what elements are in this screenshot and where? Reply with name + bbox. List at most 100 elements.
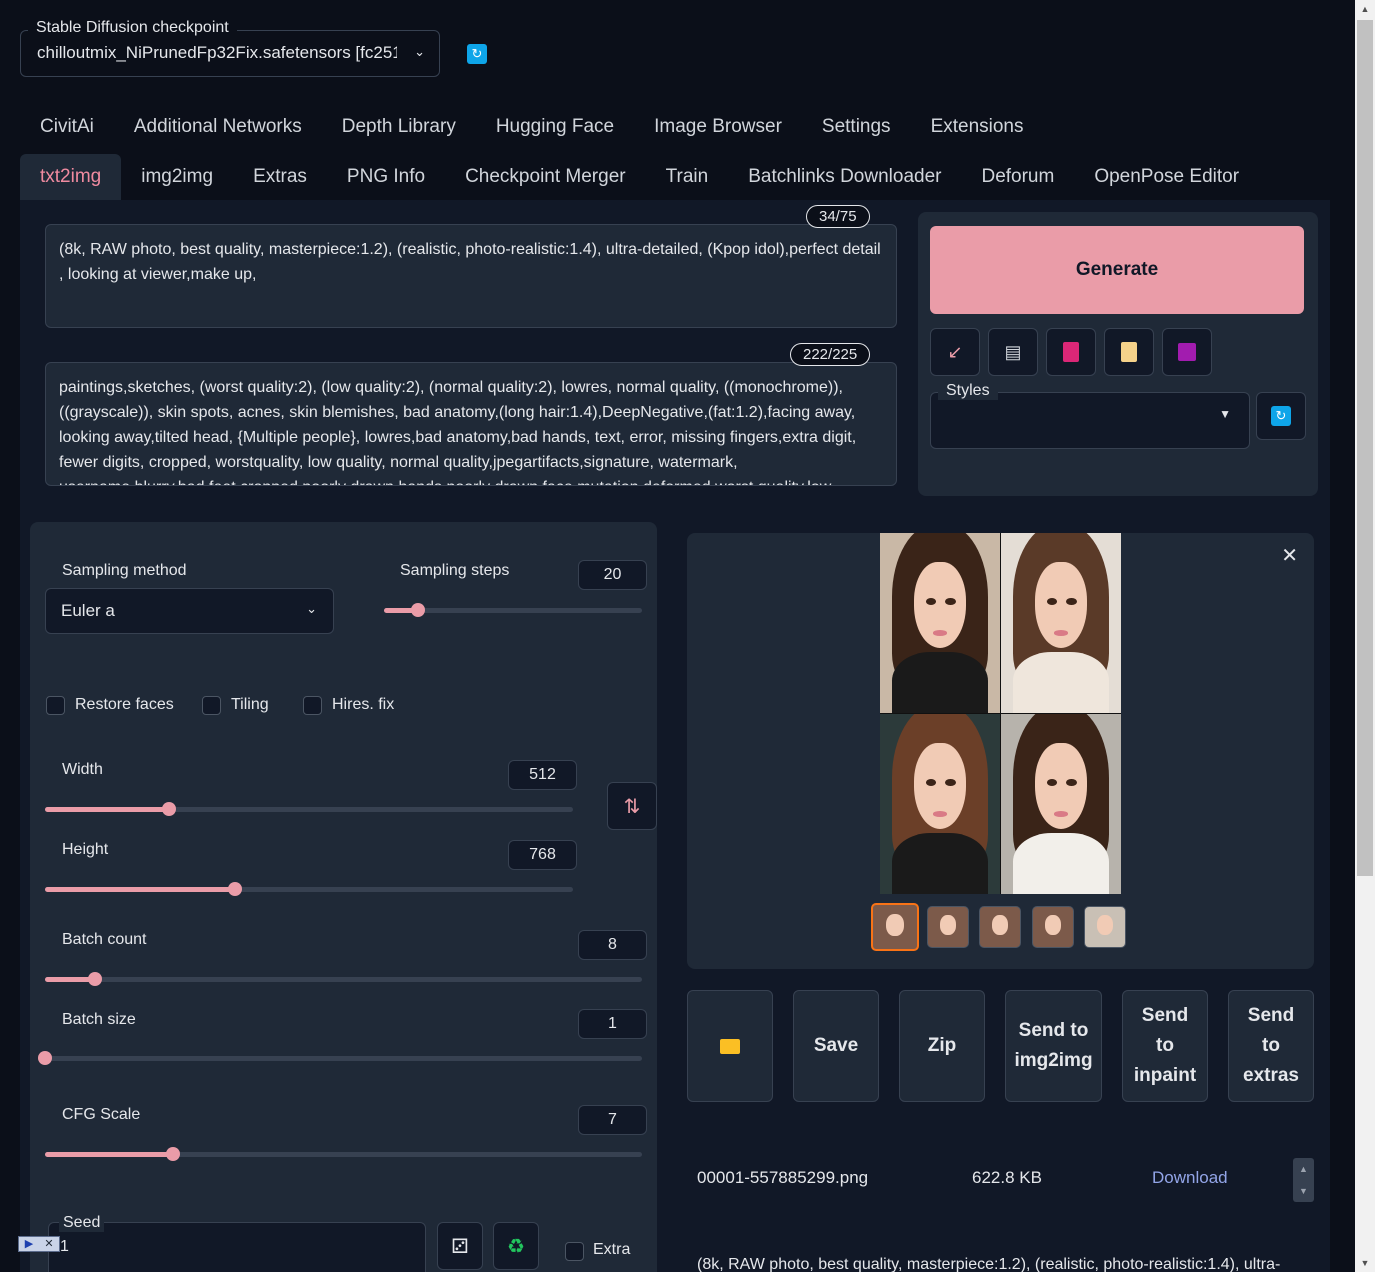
negative-prompt-input[interactable]: paintings,sketches, (worst quality:2), (… bbox=[45, 362, 897, 486]
file-name: 00001-557885299.png bbox=[697, 1168, 869, 1187]
file-list-scrollbar[interactable]: ▲ ▼ bbox=[1293, 1158, 1314, 1202]
lip-shape bbox=[932, 811, 948, 817]
seed-input[interactable] bbox=[48, 1222, 426, 1272]
thumbnail-face bbox=[886, 913, 904, 936]
output-grid-image[interactable] bbox=[880, 533, 1121, 894]
open-folder-button[interactable] bbox=[687, 990, 773, 1102]
generation-info-text: (8k, RAW photo, best quality, masterpiec… bbox=[697, 1256, 1281, 1272]
tab-train[interactable]: Train bbox=[646, 154, 729, 200]
batch-count-label: Batch count bbox=[62, 931, 147, 948]
height-slider[interactable] bbox=[45, 882, 573, 896]
send-to-inpaint-button[interactable]: Send to inpaint bbox=[1122, 990, 1208, 1102]
save-style-icon[interactable] bbox=[1162, 328, 1212, 376]
caret-down-icon: ▼ bbox=[1219, 407, 1231, 421]
gallery-thumbnail[interactable] bbox=[979, 906, 1021, 948]
scroll-down-icon[interactable]: ▼ bbox=[1355, 1258, 1375, 1268]
gallery-thumbnail[interactable] bbox=[1032, 906, 1074, 948]
tab-checkpoint-merger[interactable]: Checkpoint Merger bbox=[445, 154, 646, 200]
close-icon[interactable]: ✕ bbox=[1281, 543, 1298, 568]
download-link[interactable]: Download bbox=[1152, 1168, 1228, 1188]
body-shape bbox=[892, 832, 988, 894]
sampling-steps-slider[interactable] bbox=[384, 603, 642, 617]
slider-thumb[interactable] bbox=[38, 1051, 52, 1065]
eye-shape bbox=[1065, 778, 1077, 786]
hires-fix-checkbox[interactable] bbox=[303, 696, 322, 715]
file-size: 622.8 KB bbox=[972, 1168, 1042, 1187]
width-label: Width bbox=[62, 761, 103, 778]
prompt-input[interactable]: (8k, RAW photo, best quality, masterpiec… bbox=[45, 224, 897, 328]
tab-deforum[interactable]: Deforum bbox=[961, 154, 1074, 200]
batch-size-slider[interactable] bbox=[38, 1051, 642, 1065]
clipboard-icon[interactable] bbox=[1104, 328, 1154, 376]
slider-thumb[interactable] bbox=[228, 882, 243, 896]
page-scrollbar[interactable]: ▲ ▼ bbox=[1355, 0, 1375, 1272]
refresh-styles-button[interactable]: ↻ bbox=[1256, 392, 1306, 440]
play-icon[interactable]: ▶ bbox=[19, 1237, 39, 1251]
styles-dropdown[interactable]: ▼ bbox=[930, 392, 1250, 449]
tab-openpose-editor[interactable]: OpenPose Editor bbox=[1074, 154, 1259, 200]
send-to-img2img-button[interactable]: Send to img2img bbox=[1005, 990, 1102, 1102]
height-input[interactable]: 768 bbox=[508, 840, 577, 870]
lip-shape bbox=[1053, 811, 1069, 817]
generated-portrait bbox=[1001, 533, 1121, 713]
extra-seed-label: Extra bbox=[593, 1241, 631, 1258]
zip-button[interactable]: Zip bbox=[899, 990, 985, 1102]
cfg-scale-label: CFG Scale bbox=[62, 1106, 141, 1123]
batch-count-slider[interactable] bbox=[45, 972, 642, 986]
tab-hugging-face[interactable]: Hugging Face bbox=[476, 116, 634, 138]
generate-button[interactable]: Generate bbox=[930, 226, 1304, 314]
gallery-thumbnail[interactable] bbox=[1084, 906, 1126, 948]
tab-batchlinks-downloader[interactable]: Batchlinks Downloader bbox=[728, 154, 961, 200]
batch-count-input[interactable]: 8 bbox=[578, 930, 647, 960]
styles-label: Styles bbox=[938, 382, 998, 400]
seed-value: 1 bbox=[60, 1238, 69, 1255]
slider-thumb[interactable] bbox=[162, 802, 177, 816]
lip-shape bbox=[932, 630, 948, 636]
tab-png-info[interactable]: PNG Info bbox=[327, 154, 445, 200]
width-slider[interactable] bbox=[45, 802, 573, 816]
slider-thumb[interactable] bbox=[87, 972, 102, 986]
tab-img2img[interactable]: img2img bbox=[121, 154, 233, 200]
sampling-method-dropdown[interactable]: Euler a ⌄ bbox=[45, 588, 334, 634]
generated-portrait bbox=[880, 533, 1000, 713]
sampling-steps-label: Sampling steps bbox=[400, 562, 510, 579]
restore-faces-checkbox[interactable] bbox=[46, 696, 65, 715]
swap-dimensions-icon[interactable]: ⇅ bbox=[607, 782, 657, 830]
close-icon[interactable]: ✕ bbox=[39, 1237, 59, 1251]
tab-extensions[interactable]: Extensions bbox=[911, 116, 1044, 138]
tab-extras[interactable]: Extras bbox=[233, 154, 327, 200]
gallery-thumbnail[interactable] bbox=[927, 906, 969, 948]
tab-depth-library[interactable]: Depth Library bbox=[322, 116, 476, 138]
save-button[interactable]: Save bbox=[793, 990, 879, 1102]
tab-additional-networks[interactable]: Additional Networks bbox=[114, 116, 322, 138]
media-overlay-widget[interactable]: ▶ ✕ bbox=[18, 1236, 60, 1252]
checkpoint-dropdown[interactable]: chilloutmix_NiPrunedFp32Fix.safetensors … bbox=[20, 30, 440, 77]
tab-txt2img[interactable]: txt2img bbox=[20, 154, 122, 200]
cfg-scale-input[interactable]: 7 bbox=[578, 1105, 647, 1135]
extra-networks-icon[interactable] bbox=[1046, 328, 1096, 376]
reuse-seed-recycle-icon[interactable]: ♻ bbox=[493, 1222, 539, 1270]
refresh-icon: ↻ bbox=[1271, 406, 1291, 426]
batch-size-input[interactable]: 1 bbox=[578, 1009, 647, 1039]
body-shape bbox=[1013, 651, 1109, 713]
tab-settings[interactable]: Settings bbox=[802, 116, 911, 138]
read-params-icon[interactable]: ↙ bbox=[930, 328, 980, 376]
tab-image-browser[interactable]: Image Browser bbox=[634, 116, 802, 138]
scrollbar-thumb[interactable] bbox=[1357, 20, 1373, 876]
send-to-extras-button[interactable]: Send to extras bbox=[1228, 990, 1314, 1102]
tab-civitai[interactable]: CivitAi bbox=[20, 116, 114, 138]
scroll-up-icon[interactable]: ▲ bbox=[1355, 4, 1375, 14]
sampling-steps-input[interactable]: 20 bbox=[578, 560, 647, 590]
tiling-checkbox[interactable] bbox=[202, 696, 221, 715]
gallery-thumbnail[interactable] bbox=[871, 903, 919, 951]
trash-icon[interactable]: ▤ bbox=[988, 328, 1038, 376]
extra-seed-checkbox[interactable] bbox=[565, 1242, 584, 1261]
width-input[interactable]: 512 bbox=[508, 760, 577, 790]
tiling-label: Tiling bbox=[231, 696, 269, 713]
refresh-checkpoint-icon[interactable]: ↻ bbox=[467, 44, 487, 64]
seed-label: Seed bbox=[59, 1214, 105, 1232]
slider-thumb[interactable] bbox=[410, 603, 425, 617]
random-seed-dice-icon[interactable]: ⚂ bbox=[437, 1222, 483, 1270]
slider-thumb[interactable] bbox=[166, 1147, 181, 1161]
cfg-scale-slider[interactable] bbox=[45, 1147, 642, 1161]
